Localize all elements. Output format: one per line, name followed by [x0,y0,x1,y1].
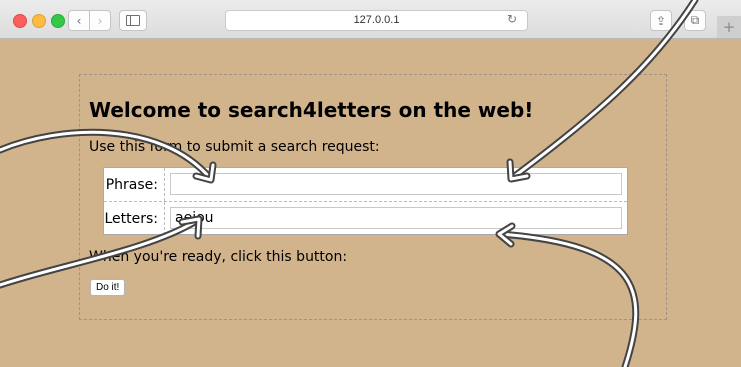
intro-text: Use this form to submit a search request… [89,139,380,155]
reload-icon[interactable]: ↻ [507,12,517,26]
address-bar[interactable]: 127.0.0.1 ↻ [225,10,528,31]
new-tab-button[interactable]: + [717,16,741,38]
browser-toolbar: ‹ › 127.0.0.1 ↻ ⇪ ⧉ + [0,0,741,39]
url-text: 127.0.0.1 [353,14,400,26]
minimize-window-button[interactable] [32,14,46,28]
do-it-button[interactable]: Do it! [90,279,126,296]
submit-prompt-text: When you're ready, click this button: [89,249,348,265]
search-form-table: Phrase: Letters: [103,167,628,235]
forward-button[interactable]: › [89,10,111,31]
table-row: Phrase: [104,168,627,202]
chevron-left-icon: ‹ [76,13,82,28]
share-icon: ⇪ [655,13,667,28]
close-window-button[interactable] [13,14,27,28]
plus-icon: + [722,18,736,36]
browser-window: ‹ › 127.0.0.1 ↻ ⇪ ⧉ + Welcome to search4… [0,0,741,367]
zoom-window-button[interactable] [51,14,65,28]
share-button[interactable]: ⇪ [650,10,672,31]
sidebar-button[interactable] [119,10,147,31]
letters-input[interactable] [170,207,622,229]
table-row: Letters: [104,202,627,235]
back-button[interactable]: ‹ [68,10,90,31]
show-tabs-button[interactable]: ⧉ [684,10,706,31]
sidebar-icon [126,15,140,26]
phrase-input[interactable] [170,173,622,195]
phrase-label: Phrase: [104,168,165,201]
chevron-right-icon: › [97,13,103,28]
page-title: Welcome to search4letters on the web! [89,98,534,122]
tabs-icon: ⧉ [690,13,700,27]
letters-label: Letters: [104,202,165,235]
